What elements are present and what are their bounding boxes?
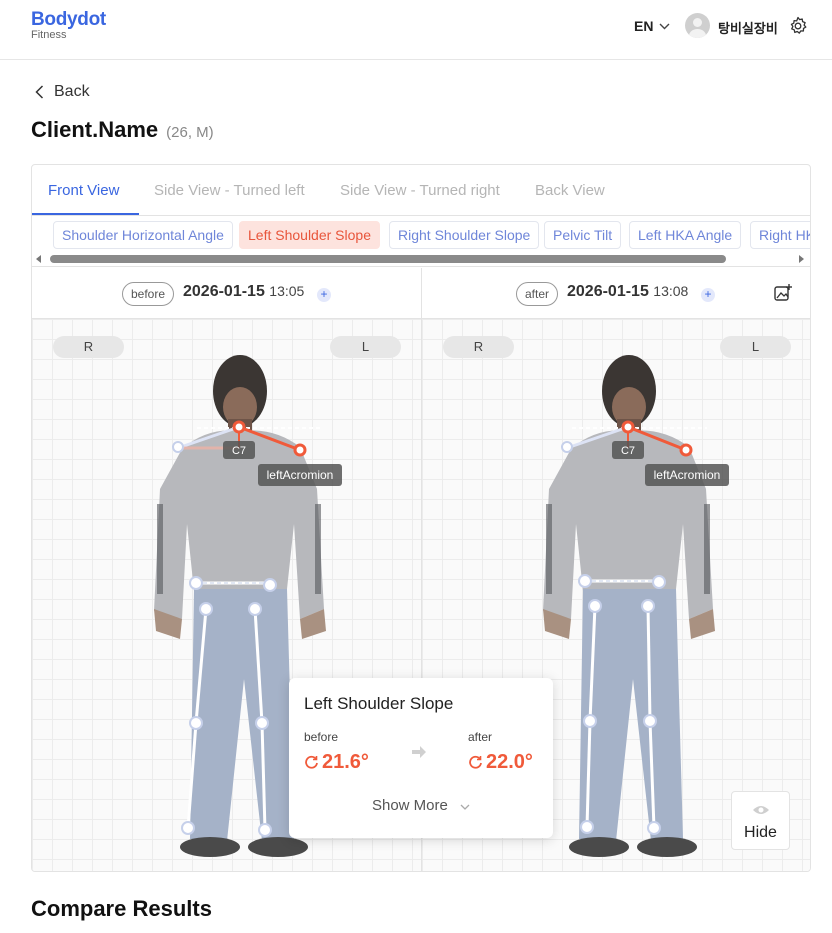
after-date: 2026-01-15 13:08 (567, 283, 689, 300)
view-tabs: Front View Side View - Turned left Side … (32, 165, 810, 216)
tab-back-view[interactable]: Back View (535, 182, 605, 199)
after-header: after 2026-01-15 13:08 + (422, 268, 810, 319)
popup-after-label: after (468, 730, 493, 744)
logo-subtitle: Fitness (31, 29, 67, 41)
show-more-button[interactable]: Show More (289, 797, 553, 814)
chip-left-hka-angle[interactable]: Left HKA Angle (629, 221, 742, 249)
chip-left-shoulder-slope[interactable]: Left Shoulder Slope (239, 221, 380, 249)
back-button[interactable]: Back (35, 83, 90, 101)
before-add-icon[interactable]: + (317, 288, 331, 302)
rotate-icon (305, 755, 318, 769)
popup-after-value: 22.0° (468, 751, 533, 774)
compare-results-heading: Compare Results (31, 896, 212, 921)
after-tag: after (516, 282, 559, 306)
rotate-icon (469, 755, 482, 769)
arrow-right-icon (412, 746, 426, 758)
popup-title: Left Shoulder Slope (304, 694, 454, 713)
scroll-right-icon[interactable] (799, 255, 804, 263)
scrollbar-thumb[interactable] (50, 255, 726, 263)
chip-right-hka-angle[interactable]: Right HKA Angle (750, 221, 810, 249)
language-selector[interactable]: EN (634, 18, 670, 34)
chevron-down-icon (659, 23, 670, 29)
avatar[interactable] (685, 13, 710, 38)
chip-shoulder-horizontal-angle[interactable]: Shoulder Horizontal Angle (53, 221, 233, 249)
popup-before-label: before (304, 730, 339, 744)
before-header: before 2026-01-15 13:05 + (32, 268, 421, 319)
tab-side-view-left[interactable]: Side View - Turned left (154, 182, 305, 199)
hide-label: Hide (744, 824, 777, 841)
language-label: EN (634, 18, 654, 34)
client-meta: (26, M) (166, 124, 214, 141)
tab-side-view-right[interactable]: Side View - Turned right (340, 182, 500, 199)
gear-icon[interactable] (788, 16, 808, 36)
scroll-left-icon[interactable] (36, 255, 41, 263)
hide-button[interactable]: Hide (731, 791, 790, 850)
logo[interactable]: Bodydot Fitness (31, 10, 106, 41)
eye-icon (753, 806, 769, 814)
horizontal-scrollbar[interactable] (32, 253, 810, 267)
top-bar: Bodydot Fitness EN 탕비실장비 (0, 0, 832, 60)
popup-before-value: 21.6° (304, 751, 369, 774)
after-c7-label: C7 (621, 445, 635, 457)
add-image-icon[interactable] (773, 283, 793, 303)
tab-indicator (32, 213, 139, 215)
before-date: 2026-01-15 13:05 (183, 283, 305, 300)
metric-popup: Left Shoulder Slope before after 21.6° 2… (289, 678, 553, 838)
logo-text: Bodydot (31, 9, 106, 30)
before-c7-label: C7 (232, 445, 246, 457)
chip-pelvic-tilt[interactable]: Pelvic Tilt (544, 221, 622, 249)
chevron-left-icon (35, 85, 44, 99)
show-more-label: Show More (371, 797, 448, 814)
after-acromion-label: leftAcromion (654, 468, 721, 482)
before-acromion-label: leftAcromion (267, 468, 334, 482)
page-title: Client.Name (26, M) (31, 117, 214, 143)
after-add-icon[interactable]: + (701, 288, 715, 302)
username[interactable]: 탕비실장비 (718, 18, 778, 37)
client-name: Client.Name (31, 117, 159, 142)
chevron-down-icon (460, 804, 470, 810)
before-tag: before (122, 282, 175, 306)
chip-right-shoulder-slope[interactable]: Right Shoulder Slope (389, 221, 540, 249)
tab-front-view[interactable]: Front View (48, 182, 119, 199)
back-label: Back (54, 83, 90, 100)
